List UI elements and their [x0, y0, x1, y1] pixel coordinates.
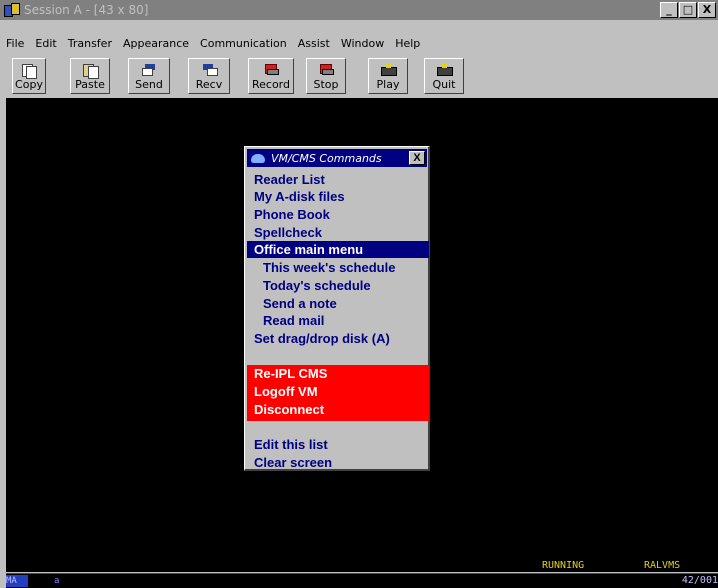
copy-button[interactable]: Copy	[12, 58, 46, 94]
title-bar: Session A - [43 x 80] _ □ X	[0, 0, 718, 20]
record-icon	[263, 64, 279, 76]
record-label: Record	[251, 78, 290, 91]
menu-edit[interactable]: Edit	[35, 37, 56, 50]
copy-icon	[21, 64, 37, 79]
operator-info-area: MA a 42/001	[6, 573, 718, 588]
menu-item-this-weeks-schedule[interactable]: This week's schedule	[247, 259, 429, 276]
window-title: Session A - [43 x 80]	[24, 3, 149, 17]
cloud-icon	[251, 153, 265, 163]
menu-item-send-a-note[interactable]: Send a note	[247, 295, 429, 312]
popup-close-button[interactable]: X	[409, 151, 425, 165]
popup-title-bar[interactable]: VM/CMS Commands X	[247, 149, 427, 167]
menu-item-re-ipl-cms[interactable]: Re-IPL CMS	[247, 365, 429, 382]
paste-icon	[82, 64, 99, 79]
menu-item-logoff-vm[interactable]: Logoff VM	[247, 383, 429, 400]
send-button[interactable]: Send	[128, 58, 170, 94]
recv-button[interactable]: Recv	[188, 58, 230, 94]
oia-a: a	[54, 576, 60, 586]
copy-label: Copy	[15, 78, 43, 91]
menu-file[interactable]: File	[6, 37, 24, 50]
menu-assist[interactable]: Assist	[298, 37, 330, 50]
menu-appearance[interactable]: Appearance	[123, 37, 189, 50]
stop-label: Stop	[313, 78, 339, 91]
quit-label: Quit	[432, 78, 456, 91]
menu-item-my-a-disk-files[interactable]: My A-disk files	[247, 188, 429, 205]
menu-item-phone-book[interactable]: Phone Book	[247, 206, 429, 223]
menu-item-reader-list[interactable]: Reader List	[247, 171, 429, 188]
status-system: RALVMS	[644, 560, 681, 571]
paste-label: Paste	[75, 78, 105, 91]
cursor-position: 42/001	[681, 575, 718, 586]
menu-item-todays-schedule[interactable]: Today's schedule	[247, 277, 429, 294]
menu-item-edit-this-list[interactable]: Edit this list	[247, 436, 429, 453]
maximize-button[interactable]: □	[679, 2, 697, 18]
quit-icon	[436, 64, 453, 76]
app-icon[interactable]	[4, 3, 20, 17]
menu-item-clear-screen[interactable]: Clear screen	[247, 454, 429, 471]
menu-item-spellcheck[interactable]: Spellcheck	[247, 224, 429, 241]
play-button[interactable]: Play	[368, 58, 408, 94]
menu-item-office-main-menu[interactable]: Office main menu	[247, 241, 429, 258]
recv-icon	[201, 64, 218, 76]
popup-title: VM/CMS Commands	[271, 151, 382, 165]
play-label: Play	[376, 78, 400, 91]
minimize-button[interactable]: _	[660, 2, 678, 18]
oia-mode: MA	[6, 575, 28, 587]
stop-button[interactable]: Stop	[306, 58, 346, 94]
menu-communication[interactable]: Communication	[200, 37, 287, 50]
menu-help[interactable]: Help	[395, 37, 420, 50]
quit-button[interactable]: Quit	[424, 58, 464, 94]
menu-bar: File Edit Transfer Appearance Communicat…	[0, 34, 718, 52]
menu-transfer[interactable]: Transfer	[68, 37, 112, 50]
menu-item-read-mail[interactable]: Read mail	[247, 312, 429, 329]
stop-icon	[318, 64, 334, 76]
send-icon	[141, 64, 157, 76]
menu-item-disconnect[interactable]: Disconnect	[247, 401, 429, 418]
menu-item-set-drag-drop-disk[interactable]: Set drag/drop disk (A)	[247, 330, 429, 347]
menu-window[interactable]: Window	[341, 37, 384, 50]
record-button[interactable]: Record	[248, 58, 294, 94]
status-running: RUNNING	[542, 560, 585, 571]
vmcms-commands-window: VM/CMS Commands X Reader List My A-disk …	[244, 146, 430, 471]
paste-button[interactable]: Paste	[70, 58, 110, 94]
play-icon	[380, 64, 397, 76]
close-button[interactable]: X	[698, 2, 716, 18]
send-label: Send	[135, 78, 163, 91]
recv-label: Recv	[195, 78, 223, 91]
